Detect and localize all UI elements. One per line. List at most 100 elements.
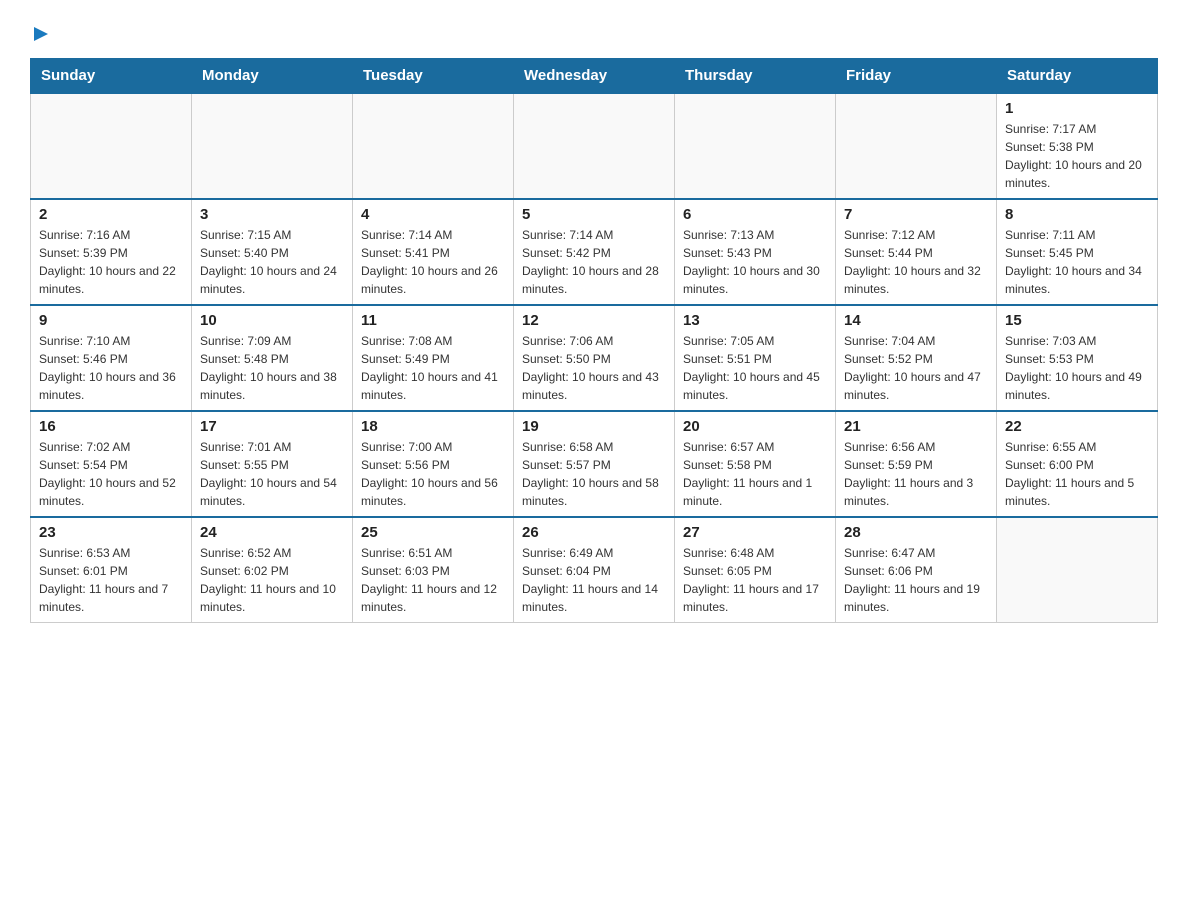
col-sunday: Sunday — [31, 59, 192, 94]
day-number: 26 — [522, 524, 666, 541]
day-info: Sunrise: 7:01 AM Sunset: 5:55 PM Dayligh… — [200, 438, 344, 510]
calendar-week-2: 2 Sunrise: 7:16 AM Sunset: 5:39 PM Daylig… — [31, 199, 1158, 305]
table-row: 10 Sunrise: 7:09 AM Sunset: 5:48 PM Dayli… — [192, 305, 353, 411]
day-number: 27 — [683, 524, 827, 541]
table-row: 17 Sunrise: 7:01 AM Sunset: 5:55 PM Dayli… — [192, 411, 353, 517]
day-number: 1 — [1005, 100, 1149, 117]
day-number: 20 — [683, 418, 827, 435]
day-number: 24 — [200, 524, 344, 541]
col-thursday: Thursday — [675, 59, 836, 94]
calendar-table: Sunday Monday Tuesday Wednesday Thursday… — [30, 58, 1158, 623]
table-row: 14Sunrise: 7:04 AM Sunset: 5:52 PM Dayli… — [836, 305, 997, 411]
day-info: Sunrise: 7:14 AM Sunset: 5:42 PM Dayligh… — [522, 226, 666, 298]
table-row — [675, 93, 836, 199]
day-info: Sunrise: 7:16 AM Sunset: 5:39 PM Dayligh… — [39, 226, 183, 298]
day-number: 5 — [522, 206, 666, 223]
day-number: 18 — [361, 418, 505, 435]
day-info: Sunrise: 6:57 AM Sunset: 5:58 PM Dayligh… — [683, 438, 827, 510]
page-header — [30, 20, 1158, 48]
day-number: 22 — [1005, 418, 1149, 435]
day-number: 3 — [200, 206, 344, 223]
table-row: 12 Sunrise: 7:06 AM Sunset: 5:50 PM Dayli… — [514, 305, 675, 411]
calendar-header-row: Sunday Monday Tuesday Wednesday Thursday… — [31, 59, 1158, 94]
col-tuesday: Tuesday — [353, 59, 514, 94]
day-info: Sunrise: 7:08 AM Sunset: 5:49 PM Dayligh… — [361, 332, 505, 404]
day-number: 25 — [361, 524, 505, 541]
table-row: 24 Sunrise: 6:52 AM Sunset: 6:02 PM Dayli… — [192, 517, 353, 623]
table-row: 3 Sunrise: 7:15 AM Sunset: 5:40 PM Daylig… — [192, 199, 353, 305]
table-row: 2 Sunrise: 7:16 AM Sunset: 5:39 PM Daylig… — [31, 199, 192, 305]
day-number: 16 — [39, 418, 183, 435]
day-number: 4 — [361, 206, 505, 223]
day-info: Sunrise: 7:00 AM Sunset: 5:56 PM Dayligh… — [361, 438, 505, 510]
calendar-week-5: 23 Sunrise: 6:53 AM Sunset: 6:01 PM Dayli… — [31, 517, 1158, 623]
day-info: Sunrise: 6:55 AM Sunset: 6:00 PM Dayligh… — [1005, 438, 1149, 510]
day-number: 17 — [200, 418, 344, 435]
table-row: 28 Sunrise: 6:47 AM Sunset: 6:06 PM Dayli… — [836, 517, 997, 623]
table-row: 5 Sunrise: 7:14 AM Sunset: 5:42 PM Daylig… — [514, 199, 675, 305]
table-row: 4 Sunrise: 7:14 AM Sunset: 5:41 PM Daylig… — [353, 199, 514, 305]
day-info: Sunrise: 6:53 AM Sunset: 6:01 PM Dayligh… — [39, 544, 183, 616]
day-info: Sunrise: 7:11 AM Sunset: 5:45 PM Dayligh… — [1005, 226, 1149, 298]
day-info: Sunrise: 6:56 AM Sunset: 5:59 PM Dayligh… — [844, 438, 988, 510]
day-number: 10 — [200, 312, 344, 329]
day-number: 13 — [683, 312, 827, 329]
col-friday: Friday — [836, 59, 997, 94]
day-info: Sunrise: 6:49 AM Sunset: 6:04 PM Dayligh… — [522, 544, 666, 616]
col-wednesday: Wednesday — [514, 59, 675, 94]
table-row — [514, 93, 675, 199]
day-info: Sunrise: 6:58 AM Sunset: 5:57 PM Dayligh… — [522, 438, 666, 510]
day-number: 23 — [39, 524, 183, 541]
day-info: Sunrise: 7:09 AM Sunset: 5:48 PM Dayligh… — [200, 332, 344, 404]
col-saturday: Saturday — [997, 59, 1158, 94]
table-row: 23 Sunrise: 6:53 AM Sunset: 6:01 PM Dayli… — [31, 517, 192, 623]
logo-arrow-icon — [32, 25, 50, 48]
day-info: Sunrise: 6:52 AM Sunset: 6:02 PM Dayligh… — [200, 544, 344, 616]
table-row: 19 Sunrise: 6:58 AM Sunset: 5:57 PM Dayli… — [514, 411, 675, 517]
table-row: 26 Sunrise: 6:49 AM Sunset: 6:04 PM Dayli… — [514, 517, 675, 623]
logo — [30, 20, 50, 48]
day-info: Sunrise: 7:06 AM Sunset: 5:50 PM Dayligh… — [522, 332, 666, 404]
table-row — [997, 517, 1158, 623]
table-row: 9Sunrise: 7:10 AM Sunset: 5:46 PM Daylig… — [31, 305, 192, 411]
table-row — [31, 93, 192, 199]
day-info: Sunrise: 7:12 AM Sunset: 5:44 PM Dayligh… — [844, 226, 988, 298]
day-number: 12 — [522, 312, 666, 329]
table-row: 21 Sunrise: 6:56 AM Sunset: 5:59 PM Dayli… — [836, 411, 997, 517]
day-info: Sunrise: 7:17 AM Sunset: 5:38 PM Dayligh… — [1005, 120, 1149, 192]
table-row: 11 Sunrise: 7:08 AM Sunset: 5:49 PM Dayli… — [353, 305, 514, 411]
table-row: 15 Sunrise: 7:03 AM Sunset: 5:53 PM Dayli… — [997, 305, 1158, 411]
table-row: 20 Sunrise: 6:57 AM Sunset: 5:58 PM Dayli… — [675, 411, 836, 517]
table-row: 13 Sunrise: 7:05 AM Sunset: 5:51 PM Dayli… — [675, 305, 836, 411]
day-info: Sunrise: 6:47 AM Sunset: 6:06 PM Dayligh… — [844, 544, 988, 616]
table-row — [836, 93, 997, 199]
day-number: 2 — [39, 206, 183, 223]
calendar-week-3: 9Sunrise: 7:10 AM Sunset: 5:46 PM Daylig… — [31, 305, 1158, 411]
day-number: 7 — [844, 206, 988, 223]
day-info: Sunrise: 7:05 AM Sunset: 5:51 PM Dayligh… — [683, 332, 827, 404]
day-info: Sunrise: 6:51 AM Sunset: 6:03 PM Dayligh… — [361, 544, 505, 616]
day-info: Sunrise: 7:15 AM Sunset: 5:40 PM Dayligh… — [200, 226, 344, 298]
day-number: 28 — [844, 524, 988, 541]
calendar-week-4: 16 Sunrise: 7:02 AM Sunset: 5:54 PM Dayli… — [31, 411, 1158, 517]
day-number: 14 — [844, 312, 988, 329]
day-info: Sunrise: 7:02 AM Sunset: 5:54 PM Dayligh… — [39, 438, 183, 510]
table-row: 8 Sunrise: 7:11 AM Sunset: 5:45 PM Daylig… — [997, 199, 1158, 305]
day-number: 11 — [361, 312, 505, 329]
calendar-week-1: 1 Sunrise: 7:17 AM Sunset: 5:38 PM Daylig… — [31, 93, 1158, 199]
day-info: Sunrise: 7:03 AM Sunset: 5:53 PM Dayligh… — [1005, 332, 1149, 404]
table-row: 18 Sunrise: 7:00 AM Sunset: 5:56 PM Dayli… — [353, 411, 514, 517]
day-number: 8 — [1005, 206, 1149, 223]
table-row: 16 Sunrise: 7:02 AM Sunset: 5:54 PM Dayli… — [31, 411, 192, 517]
table-row: 25 Sunrise: 6:51 AM Sunset: 6:03 PM Dayli… — [353, 517, 514, 623]
table-row — [192, 93, 353, 199]
table-row — [353, 93, 514, 199]
day-info: Sunrise: 6:48 AM Sunset: 6:05 PM Dayligh… — [683, 544, 827, 616]
day-number: 15 — [1005, 312, 1149, 329]
day-number: 21 — [844, 418, 988, 435]
day-number: 19 — [522, 418, 666, 435]
day-info: Sunrise: 7:14 AM Sunset: 5:41 PM Dayligh… — [361, 226, 505, 298]
table-row: 6Sunrise: 7:13 AM Sunset: 5:43 PM Daylig… — [675, 199, 836, 305]
day-info: Sunrise: 7:10 AM Sunset: 5:46 PM Dayligh… — [39, 332, 183, 404]
table-row: 27 Sunrise: 6:48 AM Sunset: 6:05 PM Dayli… — [675, 517, 836, 623]
